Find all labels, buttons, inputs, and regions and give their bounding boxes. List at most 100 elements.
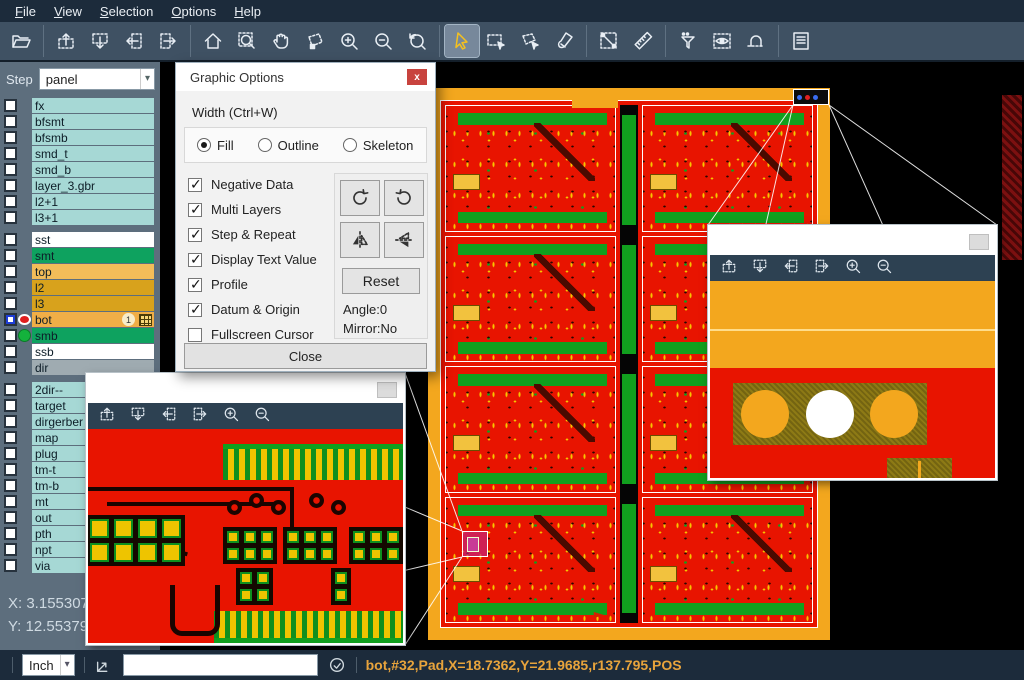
tool-ruler[interactable]	[626, 25, 660, 57]
layer-visibility-checkbox[interactable]	[4, 297, 17, 310]
tool-rect-select[interactable]	[479, 25, 513, 57]
checkbox-negative-data[interactable]: Negative Data	[188, 177, 317, 192]
layer-grid-icon[interactable]	[139, 314, 152, 326]
tool-shift-down[interactable]	[83, 25, 117, 57]
layer-visibility-checkbox[interactable]	[4, 179, 17, 192]
layer-visibility-checkbox[interactable]	[4, 131, 17, 144]
layer-visibility-checkbox[interactable]	[4, 115, 17, 128]
layer-row-smd_b[interactable]: smd_b	[0, 162, 160, 177]
layer-row-bfsmt[interactable]: bfsmt	[0, 114, 160, 129]
tool-brush[interactable]	[547, 25, 581, 57]
layer-row-smd_t[interactable]: smd_t	[0, 146, 160, 161]
zoomtool-shift-left[interactable]	[160, 405, 178, 428]
tool-zoom-prev[interactable]	[400, 25, 434, 57]
menu-selection[interactable]: Selection	[91, 3, 162, 20]
tool-filter[interactable]	[671, 25, 705, 57]
zoomtool-shift-right[interactable]	[813, 257, 831, 280]
layer-visibility-checkbox[interactable]	[4, 99, 17, 112]
checkbox-step-repeat[interactable]: Step & Repeat	[188, 227, 317, 242]
layer-row-layer_3.gbr[interactable]: layer_3.gbr	[0, 178, 160, 193]
layer-visibility-checkbox[interactable]	[4, 361, 17, 374]
layer-visibility-checkbox[interactable]	[4, 329, 17, 342]
layer-visibility-checkbox[interactable]	[4, 415, 17, 428]
menu-help[interactable]: Help	[225, 3, 270, 20]
layer-row-bfsmb[interactable]: bfsmb	[0, 130, 160, 145]
layer-row-l3[interactable]: l3	[0, 296, 160, 311]
layer-visibility-checkbox[interactable]	[4, 399, 17, 412]
checkbox-multi-layers[interactable]: Multi Layers	[188, 202, 317, 217]
layer-row-l3+1[interactable]: l3+1	[0, 210, 160, 225]
tool-pan-hand[interactable]	[264, 25, 298, 57]
zoomtool-zoom-out[interactable]	[253, 405, 271, 428]
layer-row-sst[interactable]: sst	[0, 232, 160, 247]
layer-visibility-checkbox[interactable]	[4, 495, 17, 508]
selected-pad-rect[interactable]	[462, 531, 488, 557]
layer-visibility-checkbox[interactable]	[4, 249, 17, 262]
tool-eye-view[interactable]	[705, 25, 739, 57]
radio-outline[interactable]: Outline	[258, 138, 319, 153]
tool-report[interactable]	[784, 25, 818, 57]
layer-visibility-checkbox[interactable]	[4, 543, 17, 556]
rotate-ccw-button[interactable]	[384, 180, 424, 216]
layer-visibility-checkbox[interactable]	[4, 345, 17, 358]
tool-shift-right[interactable]	[151, 25, 185, 57]
layer-visibility-checkbox[interactable]	[4, 527, 17, 540]
layer-row-smb[interactable]: smb	[0, 328, 160, 343]
menu-file[interactable]: File	[6, 3, 45, 20]
layer-visibility-checkbox[interactable]	[4, 281, 17, 294]
layer-visibility-checkbox[interactable]	[4, 447, 17, 460]
tool-cursor-select[interactable]	[445, 25, 479, 57]
zoomtool-shift-left[interactable]	[782, 257, 800, 280]
checkbox-datum-origin[interactable]: Datum & Origin	[188, 302, 317, 317]
unit-dropdown[interactable]: Inch ▾	[22, 654, 75, 676]
zoom-window-titlebar[interactable]	[710, 227, 995, 255]
layer-visibility-checkbox[interactable]	[4, 511, 17, 524]
layer-visibility-checkbox[interactable]	[4, 163, 17, 176]
close-button[interactable]: Close	[184, 343, 427, 369]
window-menu-button[interactable]	[969, 234, 989, 250]
zoomtool-shift-right[interactable]	[191, 405, 209, 428]
layer-row-fx[interactable]: fx	[0, 98, 160, 113]
layer-visibility-checkbox[interactable]	[4, 147, 17, 160]
radio-fill[interactable]: Fill	[197, 138, 234, 153]
layer-visibility-checkbox[interactable]	[4, 211, 17, 224]
tool-measure-line[interactable]	[592, 25, 626, 57]
flip-h-button[interactable]	[340, 222, 380, 258]
zoom-window-left[interactable]	[86, 373, 405, 645]
zoomtool-shift-down[interactable]	[129, 405, 147, 428]
tool-shift-up[interactable]	[49, 25, 83, 57]
tool-polygon-move[interactable]	[298, 25, 332, 57]
layer-visibility-checkbox[interactable]	[4, 265, 17, 278]
tool-zoom-in[interactable]	[332, 25, 366, 57]
command-input[interactable]	[123, 654, 318, 676]
rotate-cw-button[interactable]	[340, 180, 380, 216]
layer-visibility-checkbox[interactable]	[4, 233, 17, 246]
menu-view[interactable]: View	[45, 3, 91, 20]
tool-open-folder[interactable]	[4, 25, 38, 57]
zoomtool-zoom-in[interactable]	[222, 405, 240, 428]
zoom-window-titlebar[interactable]	[88, 375, 403, 403]
step-dropdown[interactable]: panel ▾	[39, 68, 155, 90]
layer-row-smt[interactable]: smt	[0, 248, 160, 263]
zoom-window-content[interactable]	[88, 429, 403, 643]
reset-button[interactable]: Reset	[342, 268, 420, 294]
layer-visibility-checkbox[interactable]	[4, 195, 17, 208]
tool-zoom-area[interactable]	[230, 25, 264, 57]
zoomtool-shift-up[interactable]	[720, 257, 738, 280]
layer-visibility-checkbox[interactable]	[4, 479, 17, 492]
zoom-window-right[interactable]	[708, 225, 997, 480]
checkbox-profile[interactable]: Profile	[188, 277, 317, 292]
layer-row-l2[interactable]: l2	[0, 280, 160, 295]
zoomtool-zoom-in[interactable]	[844, 257, 862, 280]
layer-row-l2+1[interactable]: l2+1	[0, 194, 160, 209]
layer-visibility-checkbox[interactable]	[4, 559, 17, 572]
layer-visibility-checkbox[interactable]	[4, 431, 17, 444]
zoomtool-zoom-out[interactable]	[875, 257, 893, 280]
checkbox-display-text-value[interactable]: Display Text Value	[188, 252, 317, 267]
layer-visibility-checkbox[interactable]	[4, 383, 17, 396]
checkbox-fullscreen-cursor[interactable]: Fullscreen Cursor	[188, 327, 317, 342]
tool-magnet-loop[interactable]	[739, 25, 773, 57]
tool-home[interactable]	[196, 25, 230, 57]
menu-options[interactable]: Options	[162, 3, 225, 20]
radio-skeleton[interactable]: Skeleton	[343, 138, 414, 153]
